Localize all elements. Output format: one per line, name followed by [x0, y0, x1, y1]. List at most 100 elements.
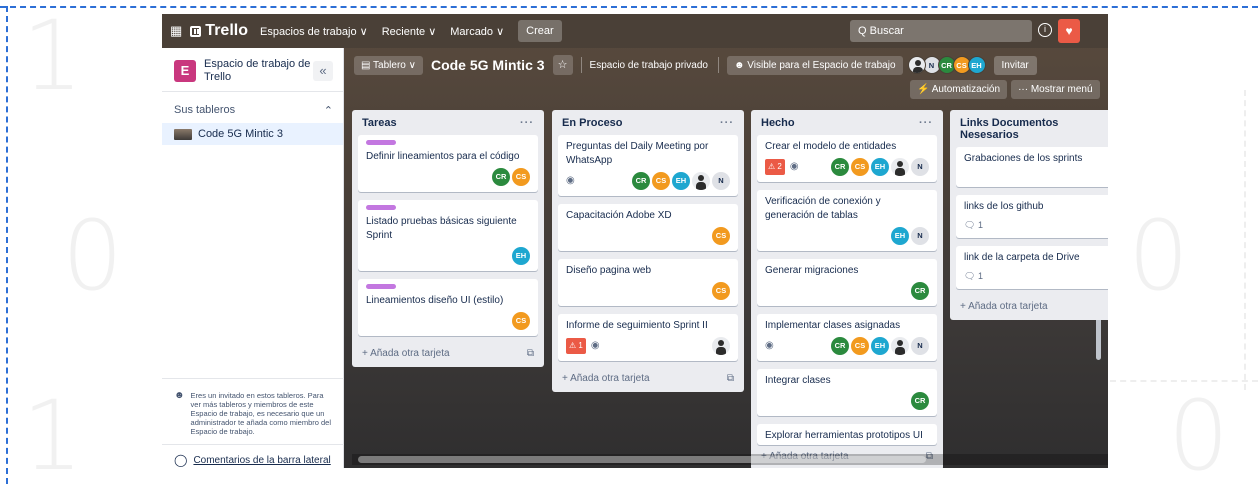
list-header[interactable]: En Proceso ··· — [552, 110, 744, 135]
member-avatar[interactable] — [692, 172, 710, 190]
card[interactable]: Diseño pagina web CS — [558, 259, 738, 306]
card[interactable]: Generar migraciones CR — [757, 259, 937, 306]
show-menu-button[interactable]: ··· Mostrar menú — [1011, 80, 1100, 99]
board-title[interactable]: Code 5G Mintic 3 — [431, 57, 545, 73]
card-title: Diseño pagina web — [566, 265, 652, 276]
star-icon[interactable]: ☆ — [552, 55, 573, 75]
card[interactable]: Definir lineamientos para el código CR C… — [358, 135, 538, 192]
member-avatar[interactable]: CS — [851, 337, 869, 355]
automation-button[interactable]: ⚡ Automatización — [910, 80, 1008, 99]
card-title: Lineamientos diseño UI (estilo) — [366, 295, 504, 306]
member-avatar[interactable] — [891, 337, 909, 355]
apps-grid-icon[interactable]: ▦ — [170, 23, 182, 39]
member-avatar[interactable]: CR — [831, 337, 849, 355]
member-avatar[interactable] — [891, 158, 909, 176]
list-title[interactable]: En Proceso — [562, 117, 623, 129]
card-title: Capacitación Adobe XD — [566, 210, 672, 221]
member-avatar[interactable] — [907, 56, 926, 74]
workspace-logo[interactable]: E — [174, 59, 196, 82]
list-header[interactable]: Hecho ··· — [751, 110, 943, 135]
invite-button[interactable]: Invitar — [993, 55, 1037, 75]
card-label[interactable] — [366, 284, 396, 289]
card-label[interactable] — [366, 205, 396, 210]
horizontal-scrollbar[interactable] — [358, 456, 926, 463]
create-button[interactable]: Crear — [518, 20, 562, 42]
list-title[interactable]: Tareas — [362, 117, 397, 129]
member-avatar[interactable]: N — [712, 172, 730, 190]
list-menu-icon[interactable]: ··· — [919, 117, 933, 129]
list-header[interactable]: Tareas ··· — [352, 110, 544, 135]
member-avatar[interactable]: CS — [652, 172, 670, 190]
card-title: Explorar herramientas prototipos UI — [765, 430, 923, 441]
member-avatar[interactable]: CR — [911, 282, 929, 300]
add-card-button[interactable]: + Añada otra tarjeta ⧉ — [352, 344, 544, 367]
board-thumbnail — [174, 128, 192, 140]
list-title[interactable]: Hecho — [761, 117, 795, 129]
member-avatar[interactable]: EH — [871, 158, 889, 176]
member-avatar[interactable]: CR — [911, 392, 929, 410]
workspace-name[interactable]: Espacio de trabajo de Trello — [204, 58, 313, 84]
list-menu-icon[interactable]: ··· — [520, 117, 534, 129]
member-avatar[interactable]: CR — [492, 168, 510, 186]
member-avatar[interactable]: N — [911, 227, 929, 245]
card-label[interactable] — [366, 140, 396, 145]
member-avatar[interactable] — [712, 337, 730, 355]
collapse-sidebar-icon[interactable]: « — [313, 60, 333, 81]
card-members: EH — [366, 247, 530, 265]
member-avatar[interactable]: EH — [672, 172, 690, 190]
workspace-visibility-button[interactable]: Espacio de trabajo privado — [590, 60, 708, 71]
card[interactable]: Explorar herramientas prototipos UI — [757, 424, 937, 445]
member-avatar[interactable]: CR — [831, 158, 849, 176]
chevron-up-icon[interactable]: ⌃ — [324, 104, 333, 117]
nav-recent[interactable]: Reciente ∨ — [382, 25, 437, 38]
info-icon[interactable]: i — [1038, 23, 1052, 37]
list-menu-icon[interactable]: ··· — [720, 117, 734, 129]
card[interactable]: links de los github 🗨 1 — [956, 195, 1108, 238]
nav-starred[interactable]: Marcado ∨ — [450, 25, 504, 38]
card[interactable]: link de la carpeta de Drive 🗨 1 — [956, 246, 1108, 289]
member-avatar[interactable]: EH — [891, 227, 909, 245]
list-title[interactable]: Links Documentos Nesesarios — [960, 117, 1108, 141]
member-avatar[interactable]: CS — [851, 158, 869, 176]
member-avatar[interactable]: EH — [871, 337, 889, 355]
search-input[interactable]: Q Buscar — [850, 20, 1032, 42]
visibility-button[interactable]: ☻ Visible para el Espacio de trabajo — [726, 55, 903, 75]
boards-section-header[interactable]: Sus tableros ⌃ — [162, 92, 343, 123]
member-avatar[interactable]: CS — [712, 227, 730, 245]
card[interactable]: Verificación de conexión y generación de… — [757, 190, 937, 251]
card[interactable]: Implementar clases asignadas ◉ CR CS EH … — [757, 314, 937, 361]
alert-badge: ⚠ 1 — [566, 338, 586, 354]
card[interactable]: Lineamientos diseño UI (estilo) CS — [358, 279, 538, 336]
sidebar-feedback-link[interactable]: ◯ Comentarios de la barra lateral — [162, 444, 344, 468]
member-avatar[interactable]: CR — [632, 172, 650, 190]
card[interactable]: Capacitación Adobe XD CS — [558, 204, 738, 251]
list-hecho: Hecho ··· Crear el modelo de entidades ⚠… — [751, 110, 943, 468]
member-avatar[interactable]: N — [911, 158, 929, 176]
list-header[interactable]: Links Documentos Nesesarios — [950, 110, 1108, 147]
nav-workspaces[interactable]: Espacios de trabajo ∨ — [260, 25, 368, 38]
trello-logo[interactable]: Trello — [190, 22, 248, 40]
card[interactable]: Listado pruebas básicas siguiente Sprint… — [358, 200, 538, 271]
card[interactable]: Crear el modelo de entidades ⚠ 2 ◉ CR CS… — [757, 135, 937, 182]
member-avatar[interactable]: N — [911, 337, 929, 355]
add-card-button[interactable]: + Añada otra tarjeta — [950, 297, 1108, 320]
member-avatar[interactable]: CS — [712, 282, 730, 300]
card-template-icon[interactable]: ⧉ — [727, 373, 734, 384]
card[interactable]: Integrar clases CR — [757, 369, 937, 416]
board-view-switcher[interactable]: ▤ Tablero ∨ — [354, 55, 423, 75]
sidebar-item-board[interactable]: Code 5G Mintic 3 — [162, 123, 343, 145]
board-header: ▤ Tablero ∨ Code 5G Mintic 3 ☆ Espacio d… — [344, 48, 1108, 82]
member-avatar[interactable]: CS — [512, 168, 530, 186]
card-badges: ◉ CR CS EH N — [765, 337, 929, 355]
card[interactable]: Grabaciones de los sprints — [956, 147, 1108, 187]
member-avatar[interactable]: CS — [512, 312, 530, 330]
add-card-button[interactable]: + Añada otra tarjeta ⧉ — [552, 369, 744, 392]
card-template-icon[interactable]: ⧉ — [527, 348, 534, 359]
member-avatar[interactable]: EH — [967, 56, 986, 74]
card[interactable]: Preguntas del Daily Meeting por WhatsApp… — [558, 135, 738, 196]
card[interactable]: Informe de seguimiento Sprint II ⚠ 1 ◉ — [558, 314, 738, 361]
notification-bell-icon[interactable]: ♥ — [1058, 19, 1080, 43]
card-title: Crear el modelo de entidades — [765, 141, 897, 152]
top-navbar: ▦ Trello Espacios de trabajo ∨ Reciente … — [162, 14, 1108, 48]
member-avatar[interactable]: EH — [512, 247, 530, 265]
